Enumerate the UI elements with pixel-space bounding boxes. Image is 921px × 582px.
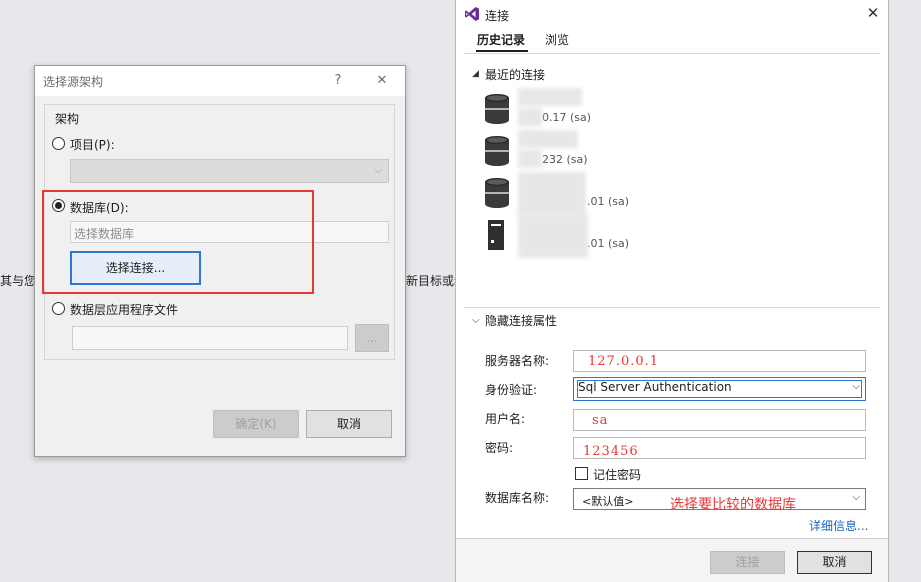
- database-icon: [485, 178, 509, 208]
- server-name-field[interactable]: 127.0.0.1: [573, 350, 866, 372]
- user-name-field[interactable]: sa: [573, 409, 866, 431]
- dialog-title: 选择源架构: [43, 75, 104, 89]
- connect-button[interactable]: 连接: [710, 551, 785, 574]
- recent-connections-header: 最近的连接: [485, 68, 546, 82]
- redaction-blur: [518, 108, 542, 126]
- tab-browse[interactable]: 浏览: [545, 31, 569, 48]
- dacpac-path-field: [72, 326, 348, 350]
- connection-properties-header[interactable]: 隐藏连接属性: [485, 312, 557, 329]
- authentication-select[interactable]: Sql Server Authentication ⌵: [573, 377, 866, 401]
- connection-detail: .01 (sa): [587, 237, 630, 250]
- user-name-value: sa: [592, 413, 609, 428]
- authentication-label: 身份验证:: [485, 383, 538, 397]
- details-link[interactable]: 详细信息...: [809, 517, 868, 534]
- chevron-down-icon: ⌵: [852, 381, 860, 392]
- active-tab-indicator: [476, 50, 528, 52]
- database-name-value: <默认值>: [582, 495, 634, 508]
- authentication-value: Sql Server Authentication: [578, 380, 732, 394]
- connect-panel: 连接 ✕ 历史记录 浏览 ◢ 最近的连接 0.17 (sa) 232 (sa): [455, 0, 889, 582]
- dacpac-radio[interactable]: [52, 302, 65, 315]
- remember-password-checkbox[interactable]: [575, 467, 588, 480]
- close-icon[interactable]: ✕: [864, 4, 882, 22]
- server-icon: [488, 220, 504, 250]
- project-radio-label: 项目(P):: [70, 138, 115, 152]
- password-label: 密码:: [485, 441, 514, 455]
- connection-detail: 232 (sa): [542, 153, 588, 166]
- server-name-label: 服务器名称:: [485, 354, 550, 368]
- close-button[interactable]: ✕: [371, 70, 393, 92]
- connection-detail: 0.17 (sa): [542, 111, 592, 124]
- redaction-blur: [518, 130, 578, 148]
- highlight-box: [42, 190, 314, 294]
- project-radio[interactable]: [52, 137, 65, 150]
- panel-title: 连接: [485, 9, 510, 23]
- connection-detail: .01 (sa): [587, 195, 630, 208]
- database-icon: [485, 136, 509, 166]
- annotation-text: 选择要比较的数据库: [670, 497, 796, 513]
- password-field[interactable]: 123456: [573, 437, 866, 459]
- redaction-blur: [518, 172, 586, 216]
- cancel-connect-button[interactable]: 取消: [797, 551, 872, 574]
- redaction-blur: [518, 150, 542, 168]
- help-button[interactable]: ?: [327, 70, 349, 92]
- database-icon: [485, 94, 509, 124]
- redaction-blur: [518, 88, 582, 106]
- redaction-blur: [518, 214, 588, 258]
- cancel-button[interactable]: 取消: [306, 410, 392, 438]
- ok-button[interactable]: 确定(K): [213, 410, 299, 438]
- tab-history[interactable]: 历史记录: [477, 31, 525, 48]
- user-name-label: 用户名:: [485, 412, 526, 426]
- visual-studio-icon: [465, 7, 479, 21]
- dacpac-radio-label: 数据层应用程序文件: [70, 303, 179, 317]
- project-combobox: ⌵: [70, 159, 389, 183]
- tab-divider: [464, 53, 880, 54]
- collapse-triangle-icon[interactable]: ◢: [472, 69, 479, 79]
- browse-button[interactable]: ...: [355, 324, 389, 352]
- remember-password-label: 记住密码: [593, 468, 642, 482]
- section-divider: [464, 307, 880, 308]
- server-name-value: 127.0.0.1: [588, 354, 660, 369]
- chevron-down-icon: ⌵: [374, 165, 382, 176]
- database-name-label: 数据库名称:: [485, 491, 550, 505]
- password-value: 123456: [583, 444, 639, 459]
- schema-group-label: 架构: [54, 110, 81, 127]
- chevron-down-icon: ⌵: [852, 492, 860, 503]
- chevron-down-icon[interactable]: ⌵: [472, 315, 480, 326]
- dialog-titlebar: 选择源架构 ? ✕: [35, 66, 405, 96]
